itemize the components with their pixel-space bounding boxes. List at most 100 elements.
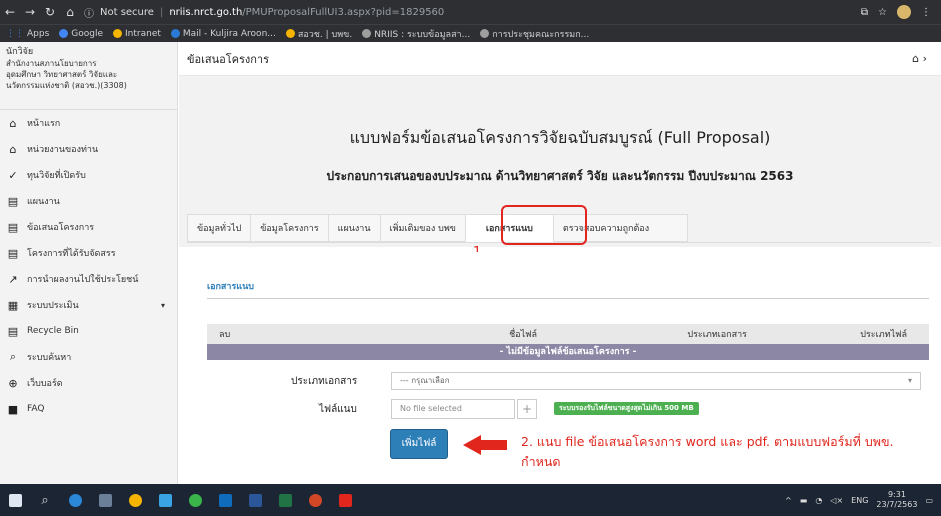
sidebar-item-label: Recycle Bin <box>27 326 79 336</box>
section-title: เอกสารแนบ <box>207 282 254 292</box>
network-icon[interactable]: ◔ <box>815 496 822 505</box>
bookmark-google[interactable]: Google <box>59 29 103 39</box>
col-delete: ลบ <box>219 330 231 340</box>
globe-bookmark-icon <box>480 29 490 38</box>
bookmark-mail[interactable]: Mail - Kuljira Aroon... <box>170 29 276 39</box>
search-taskbar-icon[interactable]: ⌕ <box>30 484 60 516</box>
breadcrumb: ข้อเสนอโครงการ <box>187 52 270 66</box>
sidebar-item-label: หน่วยงานของท่าน <box>27 145 99 155</box>
clock-date: 23/7/2563 <box>876 500 918 509</box>
sidebar-item-label: แผนงาน <box>27 197 60 207</box>
sidebar-item-label: FAQ <box>27 404 45 414</box>
file-input[interactable]: No file selected <box>391 399 515 419</box>
evaluation-icon: ▦ <box>7 298 19 312</box>
col-filename: ชื่อไฟล์ <box>509 330 537 340</box>
red-arrow-icon <box>463 435 507 455</box>
sidebar-item[interactable]: ▤ ข้อเสนอโครงการ <box>0 214 177 240</box>
sidebar: นักวิจัย สำนักงานสภานโยบายการ อุดมศึกษา … <box>0 42 178 484</box>
outlook-icon[interactable] <box>210 484 240 516</box>
doc-type-value: --- กรุณาเลือก <box>400 376 450 385</box>
url-host: nriis.nrct.go.th <box>169 6 243 18</box>
chart-line-icon: ↗ <box>8 272 18 286</box>
menu-kebab-icon[interactable]: ⋮ <box>921 7 931 18</box>
chevron-up-icon[interactable]: ^ <box>785 496 792 505</box>
bookmark-nriis[interactable]: NRIIS : ระบบข้อมูลสา... <box>362 27 470 41</box>
translate-icon[interactable]: ⧉ <box>861 7 868 18</box>
home-browser-icon[interactable]: ⌂ <box>60 5 80 19</box>
acrobat-icon[interactable] <box>330 484 360 516</box>
powerpoint-icon[interactable] <box>300 484 330 516</box>
bookmark-intranet[interactable]: Intranet <box>113 29 161 39</box>
tab-plan[interactable]: แผนงาน <box>328 214 381 242</box>
bookmark-star-icon[interactable]: ☆ <box>878 7 887 18</box>
system-tray: ^ ▬ ◔ ◁× ENG 9:31 23/7/2563 ▭ <box>785 490 941 510</box>
file-label: ไฟล์แนบ <box>319 404 357 415</box>
sidebar-item[interactable]: ✓ ทุนวิจัยที่เปิดรับ <box>0 162 177 188</box>
reload-icon[interactable]: ↻ <box>40 5 60 19</box>
intranet-icon <box>113 29 123 38</box>
apps-grid-icon: ⋮⋮ <box>6 28 24 39</box>
tab-project-info[interactable]: ข้อมูลโครงการ <box>251 214 329 242</box>
sidebar-item[interactable]: ⌂ หน่วยงานของท่าน <box>0 136 177 162</box>
address-bar[interactable]: ⓘ Not secure | nriis.nrct.go.th /PMUProp… <box>84 3 504 21</box>
funding-icon: ✓ <box>8 168 18 182</box>
battery-icon[interactable]: ▬ <box>800 496 808 505</box>
forward-icon[interactable]: → <box>20 5 40 19</box>
sidebar-item[interactable]: ⊕ เว็บบอร์ด <box>0 370 177 396</box>
google-icon <box>59 29 69 38</box>
excel-icon[interactable] <box>270 484 300 516</box>
file-manager-icon[interactable] <box>90 484 120 516</box>
notification-icon[interactable]: ▭ <box>925 496 933 505</box>
sidebar-item-label: ระบบประเมิน <box>27 301 79 311</box>
sidebar-item-label: เว็บบอร์ด <box>27 379 63 389</box>
clock[interactable]: 9:31 23/7/2563 <box>876 490 917 510</box>
col-doc-type: ประเภทเอกสาร <box>687 330 747 340</box>
add-file-button[interactable]: เพิ่มไฟล์ <box>391 430 447 458</box>
sidebar-item-label: ข้อเสนอโครงการ <box>27 223 95 233</box>
word-icon[interactable] <box>240 484 270 516</box>
sidebar-item[interactable]: ⌕ ระบบค้นหา <box>0 344 177 370</box>
attachments-panel: เอกสารแนบ ลบ ชื่อไฟล์ ประเภทเอกสาร ประเภ… <box>187 252 931 484</box>
language-indicator[interactable]: ENG <box>851 496 868 505</box>
bookmark-meeting[interactable]: การประชุมคณะกรรมก... <box>480 27 589 41</box>
search-icon: ⌕ <box>9 350 17 363</box>
bookmark-apps[interactable]: ⋮⋮ Apps <box>6 29 49 39</box>
doc-type-select[interactable]: --- กรุณาเลือก ▾ <box>391 372 921 390</box>
faq-icon: ■ <box>7 402 19 416</box>
document-icon: ▤ <box>7 246 19 260</box>
form-subtitle: ประกอบการเสนอของบประมาณ ด้านวิทยาศาสตร์ … <box>326 169 794 183</box>
sidebar-item[interactable]: ▤ แผนงาน <box>0 188 177 214</box>
chrome-icon[interactable] <box>120 484 150 516</box>
chevron-down-icon: ▾ <box>907 376 912 385</box>
folder-icon[interactable] <box>150 484 180 516</box>
main-content: ข้อเสนอโครงการ ⌂ › แบบฟอร์มข้อเสนอโครงกา… <box>179 42 941 484</box>
table-header: ลบ ชื่อไฟล์ ประเภทเอกสาร ประเภทไฟล์ <box>207 324 929 344</box>
edge-icon[interactable] <box>60 484 90 516</box>
sidebar-item[interactable]: ▤ Recycle Bin <box>0 318 177 344</box>
bookmark-bpk[interactable]: สอวช. | บพข. <box>285 27 352 41</box>
tab-bpk-extra[interactable]: เพิ่มเติมของ บพข <box>380 214 466 242</box>
clock-time: 9:31 <box>887 490 906 499</box>
back-icon[interactable]: ← <box>0 5 20 19</box>
tab-general[interactable]: ข้อมูลทั่วไป <box>187 214 252 242</box>
sidebar-item[interactable]: ▦ ระบบประเมิน ▾ <box>0 292 177 318</box>
document-icon: ▤ <box>7 194 19 208</box>
sidebar-item[interactable]: ⌂ หน้าแรก <box>0 110 177 136</box>
sidebar-item-label: หน้าแรก <box>27 119 61 129</box>
windows-start-icon[interactable] <box>0 484 30 516</box>
org-line: นวัตกรรมแห่งชาติ (สอวช.)(3308) <box>6 81 127 90</box>
profile-avatar[interactable] <box>897 5 911 19</box>
document-icon: ▤ <box>7 220 19 234</box>
section-divider <box>207 298 929 299</box>
sidebar-item-label: การนำผลงานไปใช้ประโยชน์ <box>27 275 139 285</box>
building-icon: ⌂ <box>9 142 17 156</box>
home-breadcrumb-icon[interactable]: ⌂ › <box>912 52 927 65</box>
recycle-bin-icon: ▤ <box>7 324 19 338</box>
user-role: นักวิจัย <box>6 47 34 57</box>
volume-icon[interactable]: ◁× <box>830 496 843 505</box>
add-file-plus-icon[interactable]: + <box>517 399 537 419</box>
sidebar-item[interactable]: ■ FAQ <box>0 396 177 422</box>
sidebar-item[interactable]: ↗ การนำผลงานไปใช้ประโยชน์ <box>0 266 177 292</box>
sidebar-item[interactable]: ▤ โครงการที่ได้รับจัดสรร <box>0 240 177 266</box>
line-icon[interactable] <box>180 484 210 516</box>
